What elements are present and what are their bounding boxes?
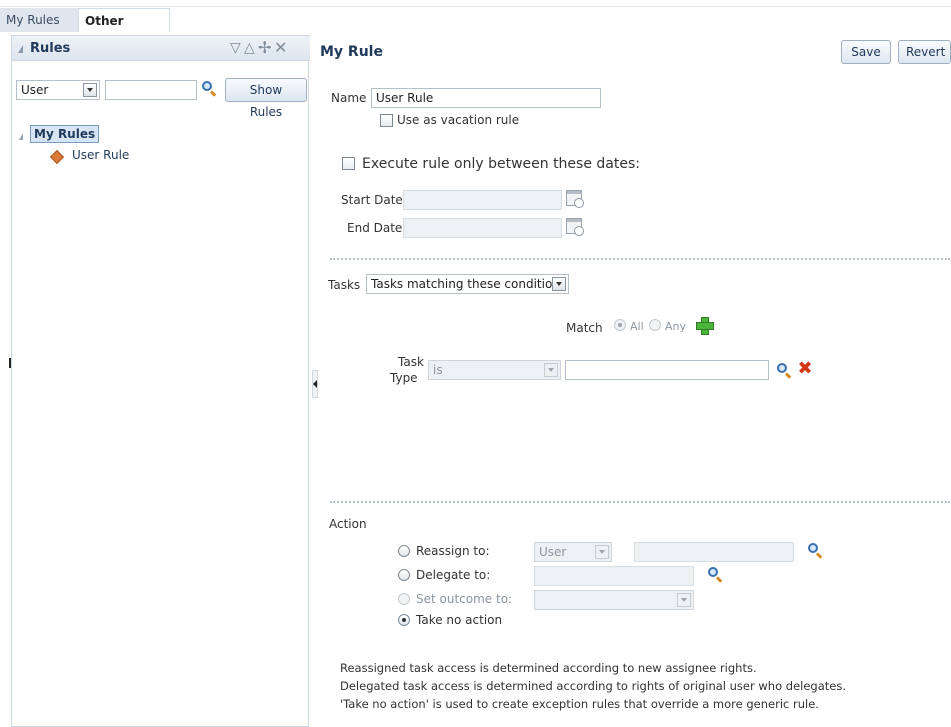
vacation-rule-label: Use as vacation rule [397,113,520,127]
chevron-down-icon[interactable] [595,545,609,559]
reassign-label: Reassign to: [416,544,490,558]
action-note-delegate: Delegated task access is determined acco… [340,679,846,693]
end-date-label: End Date [347,221,403,235]
panel-splitter[interactable] [312,370,318,398]
tree-item-user-rule[interactable]: User Rule [72,148,129,162]
delegate-label: Delegate to: [416,568,491,582]
rule-owner-select-value: User [21,83,49,97]
tree-root-my-rules[interactable]: My Rules [30,125,100,143]
task-type-label-line2: Type [390,371,418,385]
delegate-radio[interactable] [398,569,410,581]
condition-value-input[interactable] [565,360,769,380]
reassign-type-select[interactable]: User [534,542,612,562]
condition-operator-value: is [433,363,443,377]
vacation-rule-checkbox[interactable] [380,114,393,127]
delegate-user-input[interactable] [534,566,694,586]
section-divider [330,501,950,503]
tasks-select[interactable]: Tasks matching these conditions [366,274,569,294]
revert-button[interactable]: Revert [898,40,951,64]
add-icon[interactable]: ✢ [258,38,271,57]
rule-icon [49,149,65,165]
tab-my-rules-label: My Rules [6,13,60,27]
outcome-select[interactable] [534,590,694,610]
search-icon[interactable] [707,566,723,583]
tab-bar: My Rules Other Rules [0,8,951,52]
match-label: Match [566,321,603,335]
rule-search-input[interactable] [105,80,197,100]
tasks-select-value: Tasks matching these conditions [371,277,567,291]
tree-expand-icon[interactable] [19,133,23,140]
chevron-down-icon[interactable] [83,83,97,97]
set-outcome-label: Set outcome to: [416,592,513,606]
rule-name-input[interactable]: User Rule [371,88,601,108]
search-icon[interactable] [807,542,823,559]
tab-other-rules[interactable]: Other Rules [78,8,170,52]
expand-icon[interactable]: △ [244,40,255,56]
top-border [0,0,951,7]
tasks-label: Tasks [328,278,361,292]
calendar-icon[interactable] [566,218,584,236]
chevron-down-icon[interactable] [544,363,558,377]
match-all-radio[interactable] [614,319,626,331]
rules-panel-title: Rules [30,41,71,56]
execute-dates-label: Execute rule only between these dates: [362,156,640,172]
chevron-down-icon[interactable] [677,593,691,607]
execute-dates-checkbox[interactable] [342,157,355,170]
calendar-icon[interactable] [566,190,584,208]
rule-title: My Rule [320,44,383,60]
match-all-label: All [630,320,644,333]
action-note-reassign: Reassigned task access is determined acc… [340,661,757,675]
action-note-no-action: 'Take no action' is used to create excep… [340,697,819,711]
no-action-label: Take no action [416,613,503,627]
delete-icon[interactable]: ✕ [274,38,287,57]
left-edge-marker [9,358,11,368]
section-divider [330,258,950,260]
rule-owner-select[interactable]: User [16,80,100,100]
tab-my-rules[interactable]: My Rules [0,8,78,32]
name-label: Name [331,91,367,105]
end-date-input[interactable] [403,218,562,238]
rules-panel: Rules ▽ △ ✢ ✕ User Show Rules My Rules U… [11,35,310,727]
save-button[interactable]: Save [841,40,891,64]
remove-condition-icon[interactable]: ✖ [797,360,813,378]
chevron-down-icon[interactable] [552,277,566,291]
add-condition-icon[interactable] [696,317,714,335]
reassign-radio[interactable] [398,545,410,557]
rules-panel-header: Rules ▽ △ ✢ ✕ [12,35,310,61]
show-rules-button[interactable]: Show Rules [225,78,307,119]
reassign-user-input[interactable] [634,542,794,562]
task-type-label-line1: Task [398,355,424,369]
no-action-radio[interactable] [398,614,410,626]
start-date-input[interactable] [403,190,562,210]
reassign-type-value: User [539,545,567,559]
match-any-radio[interactable] [649,319,661,331]
panel-collapse-icon[interactable] [18,45,23,53]
search-icon[interactable] [776,362,792,379]
set-outcome-radio[interactable] [398,593,410,605]
action-label: Action [329,517,367,531]
search-icon[interactable] [201,80,217,97]
match-any-label: Any [665,320,687,333]
collapse-icon[interactable]: ▽ [230,40,241,56]
condition-operator-select[interactable]: is [428,360,561,380]
start-date-label: Start Date [341,193,403,207]
